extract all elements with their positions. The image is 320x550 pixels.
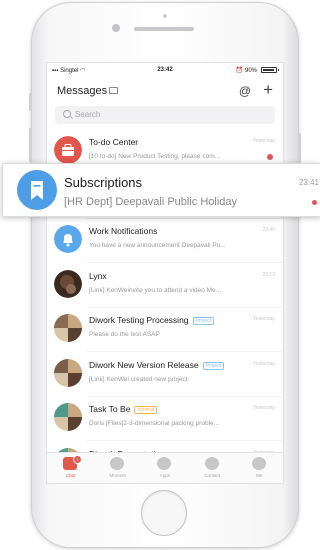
conversation-tag: Project: [202, 361, 225, 370]
contact-icon: [204, 457, 219, 470]
tab-label: Me: [256, 473, 263, 478]
conversation-time: 23:13: [262, 271, 275, 278]
conversation-time: Yesterday: [252, 138, 275, 144]
bell-icon: [54, 225, 82, 253]
conversation-name: Diwork New Version Release Project: [89, 359, 225, 370]
search-icon: [63, 110, 71, 118]
highlighted-conversation[interactable]: Subscriptions [HR Dept] Deepavali Public…: [2, 163, 320, 217]
avatar: [54, 314, 82, 342]
list-item[interactable]: Diwork New Version Release Project [Link] …: [47, 351, 283, 397]
highlighted-preview: [HR Dept] Deepavali Public Holiday: [64, 196, 238, 208]
conversation-preview: [Link] KenWeinvite you to attend a video…: [89, 286, 222, 294]
avatar: [54, 358, 82, 387]
conversation-title: Work Notifications: [89, 226, 158, 236]
highlighted-name: Subscriptions: [64, 175, 143, 190]
conversation-time: 23:40: [262, 227, 275, 233]
conversation-preview: [10 to-do] New Product Testing, please c…: [89, 153, 221, 160]
home-button[interactable]: [141, 490, 187, 536]
list-item[interactable]: Work Notifications You have a new announc…: [47, 217, 283, 263]
tab-me[interactable]: Me: [236, 453, 283, 483]
conversation-preview: Please do the test ASAP: [89, 331, 160, 338]
phone-screen: ▪▪▪ Singtel ◠ 23:42 ⏰ 90% Messages @ + S…: [46, 62, 284, 484]
earpiece-speaker: [134, 27, 194, 31]
unread-badge: 1: [73, 455, 82, 464]
status-bar: ▪▪▪ Singtel ◠ 23:42 ⏰ 90%: [47, 63, 283, 77]
add-icon[interactable]: +: [263, 80, 273, 100]
conversation-name: Diwork Testing Processing Project: [89, 315, 215, 325]
conversation-name: Work Notifications: [89, 226, 157, 236]
conversation-tag: Project: [192, 317, 215, 325]
tab-contact[interactable]: Contact: [189, 453, 236, 483]
conversation-time: Yesterday: [252, 316, 275, 322]
conversation-title: Diwork Testing Processing: [89, 315, 189, 325]
conversation-preview: [Link] KenWei created new project: [89, 375, 188, 383]
mention-icon[interactable]: @: [239, 84, 251, 98]
avatar: [54, 403, 82, 431]
conversation-title: To-do Center: [89, 137, 139, 147]
conversation-title: Diwork New Version Release: [89, 359, 199, 370]
bookmark-icon: [17, 170, 57, 210]
conversation-preview: Doris [Files]2-3-dimensional packing pro…: [89, 420, 220, 427]
unread-dot: [267, 154, 273, 160]
screen-share-icon[interactable]: [109, 87, 118, 94]
search-input[interactable]: Search: [55, 106, 275, 124]
mute-switch: [29, 93, 32, 111]
tab-apps[interactable]: Apps: [141, 453, 188, 483]
battery-percent: ⏰ 90%: [235, 68, 257, 74]
conversation-name: Lynx: [89, 271, 107, 281]
moment-icon: [110, 457, 125, 470]
avatar: [54, 269, 82, 298]
conversation-tag: Internal: [134, 406, 158, 414]
header: Messages @ +: [47, 79, 283, 107]
conversation-time: Yesterday: [252, 405, 275, 411]
tab-moment[interactable]: Moment: [94, 453, 141, 483]
unread-dot: [312, 200, 317, 205]
page-title: Messages: [57, 85, 108, 97]
tab-label: Moment: [109, 473, 126, 478]
tab-label: Apps: [159, 473, 171, 478]
proximity-sensor: [163, 14, 167, 18]
volume-up-button: [29, 128, 32, 162]
list-item[interactable]: Task To Be Internal Doris [Files]2-3-dimen…: [47, 395, 283, 441]
tab-chat[interactable]: 1 Chat: [47, 453, 94, 483]
conversation-title: Task To Be: [89, 404, 131, 414]
highlighted-time: 23:41: [298, 178, 319, 187]
briefcase-icon: [54, 136, 82, 164]
battery-icon: [261, 67, 279, 73]
conversation-name: Task To Be Internal: [89, 404, 158, 414]
tab-label: Contact: [204, 473, 220, 478]
conversation-name: To-do Center: [89, 137, 138, 147]
list-item[interactable]: Lynx [Link] KenWeinvite you to attend a v…: [47, 262, 283, 308]
tab-label: Chat: [65, 473, 76, 478]
apps-icon: [157, 457, 172, 470]
conversation-time: Yesterday: [252, 360, 275, 367]
list-item[interactable]: Diwork Testing Processing Project Please d…: [47, 306, 283, 352]
conversation-title: Lynx: [89, 270, 107, 281]
me-icon: [251, 457, 266, 470]
conversation-preview: You have a new announcement Deepavali Pu…: [89, 242, 226, 249]
front-camera: [112, 24, 120, 32]
search-placeholder: Search: [75, 110, 101, 119]
tab-bar: 1 Chat Moment Apps Contact Me: [47, 452, 283, 483]
